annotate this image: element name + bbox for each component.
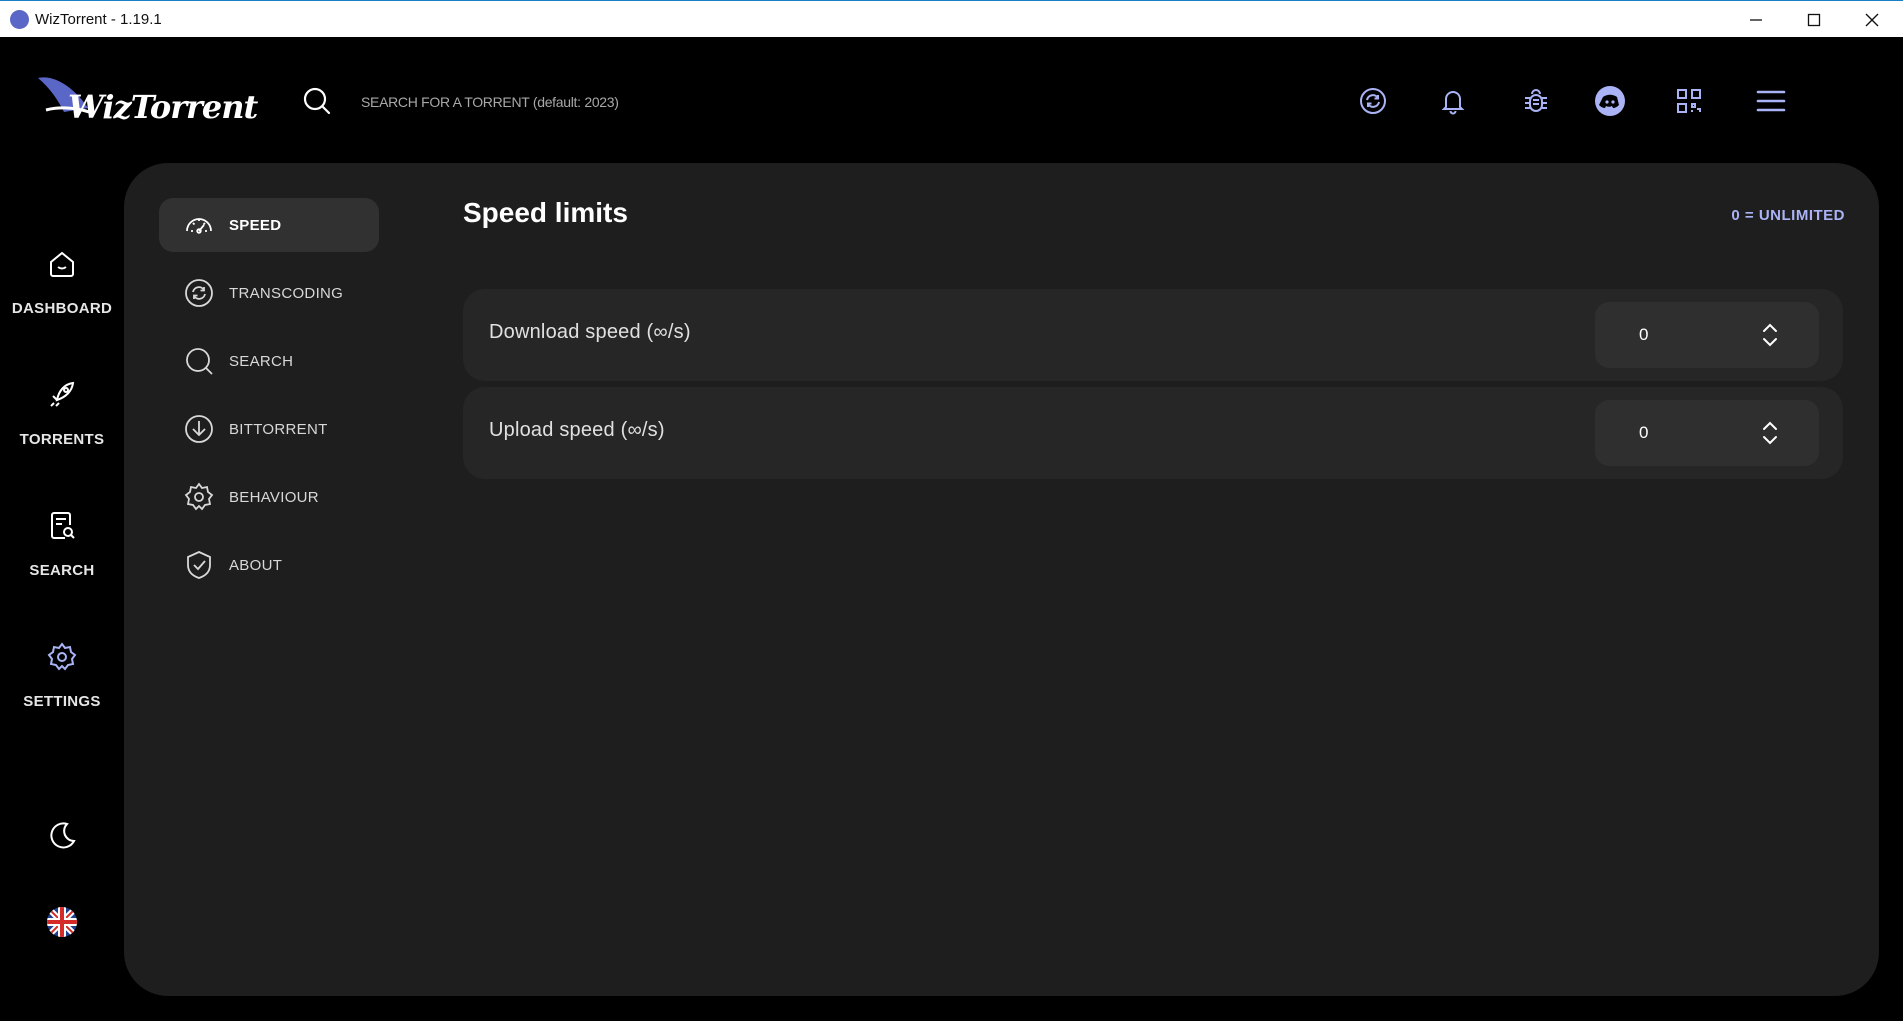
upload-speed-value[interactable]: 0 xyxy=(1639,423,1648,443)
stepper-arrows-icon[interactable] xyxy=(1761,322,1779,348)
gear-icon xyxy=(47,642,77,671)
logo-text: WizTorrent xyxy=(68,88,258,126)
settings-nav-search[interactable]: SEARCH xyxy=(159,334,379,388)
rail-item-settings[interactable]: SETTINGS xyxy=(1,640,123,750)
download-speed-stepper[interactable]: 0 xyxy=(1595,302,1819,368)
settings-nav-behaviour[interactable]: BEHAVIOUR xyxy=(159,470,379,524)
download-speed-value[interactable]: 0 xyxy=(1639,325,1648,345)
discord-icon[interactable] xyxy=(1591,82,1629,120)
settings-nav-label: SPEED xyxy=(229,216,282,234)
rail-item-torrents[interactable]: TORRENTS xyxy=(1,378,123,488)
search-icon xyxy=(186,348,213,375)
uk-flag-icon[interactable] xyxy=(46,906,78,938)
rail-label: SETTINGS xyxy=(23,693,101,710)
stepper-arrows-icon[interactable] xyxy=(1761,420,1779,446)
app-icon xyxy=(10,10,29,29)
search-input[interactable] xyxy=(359,87,963,117)
settings-nav-speed[interactable]: SPEED xyxy=(159,198,379,252)
rail-label: DASHBOARD xyxy=(11,300,113,317)
settings-nav-bittorrent[interactable]: BITTORRENT xyxy=(159,402,379,456)
window-title: WizTorrent - 1.19.1 xyxy=(35,11,162,28)
download-speed-label: Download speed (∞/s) xyxy=(489,321,691,343)
upload-speed-row: Upload speed (∞/s) 0 xyxy=(463,387,1843,479)
bug-icon[interactable] xyxy=(1517,82,1555,120)
home-icon xyxy=(50,251,74,277)
menu-icon[interactable] xyxy=(1752,82,1790,120)
shield-check-icon xyxy=(187,551,211,579)
wiztorrent-logo[interactable]: WizTorrent xyxy=(36,70,258,132)
qr-code-icon[interactable] xyxy=(1670,82,1708,120)
gear-icon xyxy=(184,482,214,511)
settings-nav-label: BITTORRENT xyxy=(229,420,328,438)
search-document-icon xyxy=(51,512,75,539)
moon-icon[interactable] xyxy=(45,819,79,853)
settings-panel: SPEED TRANSCODING SEARCH BITTORRENT BEHA… xyxy=(124,163,1879,996)
rail-label: TORRENTS xyxy=(19,431,105,448)
settings-nav-label: TRANSCODING xyxy=(229,284,344,302)
download-speed-row: Download speed (∞/s) 0 xyxy=(463,289,1843,381)
sync-icon[interactable] xyxy=(1354,82,1392,120)
minimize-button[interactable] xyxy=(1727,1,1785,38)
rail-label: SEARCH xyxy=(29,562,95,579)
settings-nav-label: SEARCH xyxy=(229,352,294,370)
search-icon[interactable] xyxy=(301,85,333,117)
download-circle-icon xyxy=(185,415,213,443)
settings-nav-label: BEHAVIOUR xyxy=(229,488,319,506)
upload-speed-stepper[interactable]: 0 xyxy=(1595,400,1819,466)
sync-icon xyxy=(185,279,213,307)
settings-nav-transcoding[interactable]: TRANSCODING xyxy=(159,266,379,320)
speedometer-icon xyxy=(186,218,212,234)
settings-nav-label: ABOUT xyxy=(229,556,283,574)
upload-speed-label: Upload speed (∞/s) xyxy=(489,419,665,441)
window-titlebar: WizTorrent - 1.19.1 xyxy=(0,0,1903,37)
rocket-icon xyxy=(50,381,75,407)
unlimited-note: 0 = UNLIMITED xyxy=(1731,207,1845,224)
close-button[interactable] xyxy=(1843,1,1901,38)
rail-item-dashboard[interactable]: DASHBOARD xyxy=(1,247,123,357)
app-root: WizTorrent SEARCH FOR A TORRENT (default… xyxy=(1,37,1903,1021)
section-title: Speed limits xyxy=(463,197,628,228)
settings-nav-about[interactable]: ABOUT xyxy=(159,538,379,592)
maximize-button[interactable] xyxy=(1785,1,1843,38)
bell-icon[interactable] xyxy=(1434,82,1472,120)
rail-item-search[interactable]: SEARCH xyxy=(1,509,123,619)
